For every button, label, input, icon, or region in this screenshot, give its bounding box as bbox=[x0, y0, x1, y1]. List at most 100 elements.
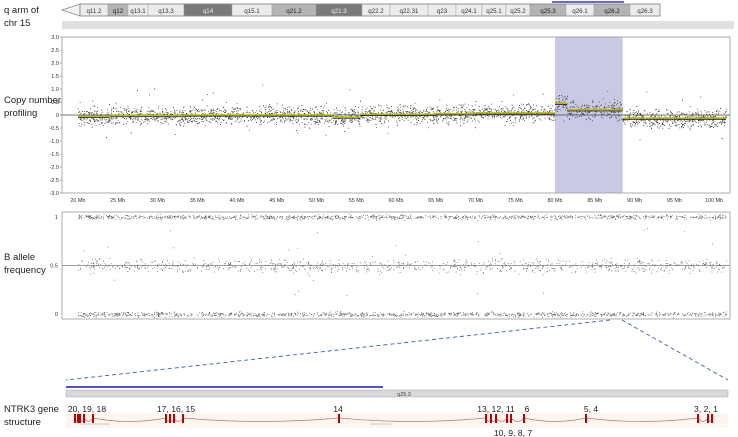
baf-point bbox=[645, 315, 646, 316]
baf-point bbox=[619, 312, 621, 314]
baf-point bbox=[632, 315, 634, 316]
cnp-point bbox=[487, 111, 489, 113]
baf-point bbox=[275, 268, 276, 270]
baf-point bbox=[126, 316, 127, 317]
cnp-point bbox=[520, 117, 521, 118]
baf-point bbox=[228, 313, 230, 315]
baf-point bbox=[427, 312, 429, 314]
cnp-point bbox=[675, 120, 677, 122]
baf-point bbox=[363, 314, 364, 315]
cnp-point bbox=[426, 109, 427, 110]
baf-point bbox=[627, 314, 629, 316]
baf-point bbox=[283, 259, 285, 261]
cnp-point bbox=[668, 128, 670, 129]
cnp-point bbox=[521, 114, 523, 116]
cnp-point bbox=[570, 113, 572, 115]
baf-point bbox=[468, 314, 470, 316]
baf-point bbox=[459, 312, 460, 314]
cnp-point bbox=[385, 111, 387, 113]
cnp-point bbox=[496, 116, 498, 117]
baf-point bbox=[257, 315, 259, 317]
cnp-point bbox=[669, 116, 671, 118]
cnp-point bbox=[485, 108, 486, 110]
cnp-point bbox=[369, 111, 371, 113]
cnp-point bbox=[111, 108, 113, 110]
cnp-point bbox=[100, 119, 102, 121]
cnp-point bbox=[570, 102, 572, 104]
cnp-point bbox=[389, 111, 391, 112]
cnp-point bbox=[426, 107, 428, 109]
cnp-point bbox=[682, 120, 684, 122]
baf-point bbox=[699, 270, 701, 272]
baf-point bbox=[230, 264, 232, 266]
cnp-point bbox=[612, 108, 614, 110]
cnp-point bbox=[183, 111, 184, 113]
baf-point bbox=[429, 313, 430, 315]
cnp-point bbox=[109, 120, 111, 122]
cnp-point bbox=[286, 119, 288, 121]
baf-point bbox=[667, 264, 668, 266]
cnp-point bbox=[494, 114, 496, 116]
baf-point bbox=[292, 267, 293, 269]
cnp-point bbox=[690, 125, 692, 127]
cnp-point bbox=[179, 111, 180, 113]
cnp-point bbox=[283, 107, 285, 109]
cnp-point bbox=[194, 110, 196, 112]
cnp-point bbox=[318, 111, 320, 113]
baf-point bbox=[258, 313, 260, 315]
baf-point bbox=[659, 313, 661, 315]
cnp-point bbox=[719, 110, 721, 112]
baf-point bbox=[308, 263, 309, 264]
baf-point bbox=[289, 315, 291, 317]
cnp-point bbox=[525, 115, 527, 117]
baf-point bbox=[533, 272, 535, 274]
baf-point bbox=[281, 315, 283, 316]
baf-point bbox=[582, 312, 584, 314]
cnp-point bbox=[705, 114, 707, 116]
baf-point bbox=[346, 314, 347, 315]
cnp-point bbox=[341, 123, 342, 125]
cnp-point bbox=[111, 122, 113, 124]
baf-point bbox=[517, 314, 519, 315]
baf-point bbox=[387, 266, 389, 268]
baf-point bbox=[152, 315, 154, 317]
baf-point bbox=[522, 259, 524, 261]
baf-point bbox=[104, 315, 106, 317]
cnp-point bbox=[156, 113, 158, 115]
cnp-point bbox=[202, 99, 204, 101]
baf-point bbox=[712, 312, 713, 314]
baf-point bbox=[403, 315, 405, 316]
cnp-point bbox=[595, 111, 597, 113]
cnp-point bbox=[453, 109, 455, 111]
band-label: q21.3 bbox=[331, 8, 347, 15]
cnp-point bbox=[92, 100, 94, 102]
baf-point bbox=[377, 314, 378, 315]
cnp-point bbox=[98, 120, 100, 122]
baf-point bbox=[242, 315, 244, 317]
cnp-point bbox=[537, 115, 539, 117]
baf-point bbox=[554, 315, 556, 316]
cnp-point bbox=[629, 109, 631, 111]
baf-point bbox=[114, 313, 115, 315]
baf-point bbox=[543, 313, 545, 315]
cnp-point bbox=[152, 119, 154, 121]
cnp-point bbox=[242, 116, 244, 118]
cnp-point bbox=[381, 123, 383, 124]
baf-point bbox=[266, 313, 268, 315]
cnp-point bbox=[86, 122, 88, 123]
cnp-point bbox=[321, 110, 323, 111]
baf-point bbox=[230, 262, 232, 264]
cnp-y-tick: 0 bbox=[56, 113, 59, 119]
cnp-point bbox=[118, 113, 120, 115]
baf-point bbox=[630, 312, 631, 314]
baf-point bbox=[78, 315, 80, 317]
cnp-point bbox=[451, 110, 453, 112]
baf-point bbox=[565, 263, 566, 265]
baf-point bbox=[607, 314, 608, 316]
cnp-point bbox=[582, 104, 584, 106]
baf-point bbox=[485, 268, 486, 270]
cnp-point bbox=[164, 121, 166, 122]
baf-point bbox=[695, 315, 697, 317]
baf-point bbox=[239, 316, 240, 317]
baf-point bbox=[188, 269, 190, 271]
